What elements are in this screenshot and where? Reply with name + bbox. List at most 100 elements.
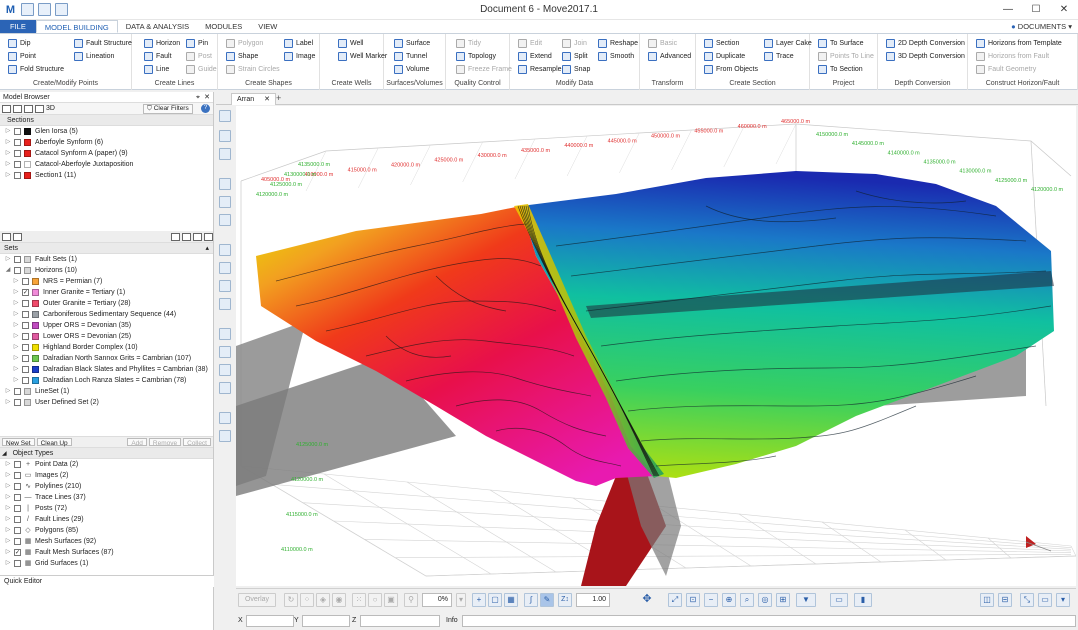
eye-tool-icon[interactable] — [219, 364, 231, 376]
section-checkbox[interactable] — [14, 172, 21, 179]
set-checkbox[interactable]: ✓ — [22, 289, 29, 296]
expand-icon[interactable]: ▷ — [12, 320, 20, 331]
ribbon-horizon-button[interactable]: Horizon — [144, 37, 180, 50]
remove-button[interactable]: Remove — [148, 438, 182, 447]
object-type-row[interactable]: ▷ ▦ Mesh Surfaces (92) — [0, 536, 213, 547]
expand-icon[interactable]: ▷ — [4, 459, 12, 470]
ribbon-layer-cake-button[interactable]: Layer Cake — [764, 37, 812, 50]
color-swatch[interactable] — [24, 150, 31, 157]
ribbon-dip-button[interactable]: Dip — [8, 37, 31, 50]
section-row[interactable]: ▷ Glen Iorsa (5) — [0, 126, 213, 137]
section-row[interactable]: ▷ Catacol Synform A (paper) (9) — [0, 148, 213, 159]
ribbon-well-button[interactable]: Well — [338, 37, 363, 50]
ribbon-horizons-from-template-button[interactable]: Horizons from Template — [976, 37, 1062, 50]
close-icon[interactable]: ✕ — [1050, 0, 1078, 20]
object-type-checkbox[interactable] — [14, 527, 21, 534]
ribbon-fault-geometry-button[interactable]: Fault Geometry — [976, 63, 1036, 76]
horizon-row[interactable]: ▷ Outer Granite = Tertiary (28) — [0, 298, 213, 309]
select-box-icon[interactable]: ▢ — [488, 593, 502, 607]
ribbon-extend-button[interactable]: Extend — [518, 50, 552, 63]
circle-icon[interactable]: ○ — [368, 593, 382, 607]
filter-b-icon[interactable] — [182, 232, 191, 241]
collapse-icon[interactable] — [13, 232, 22, 241]
ribbon-2d-depth-conversion-button[interactable]: 2D Depth Conversion — [886, 37, 965, 50]
expand-icon[interactable]: ▷ — [12, 364, 20, 375]
grid-dots-icon[interactable]: ⁙ — [352, 593, 366, 607]
expand-icon[interactable]: ▷ — [4, 254, 12, 265]
expand-icon[interactable]: ▷ — [12, 342, 20, 353]
transform-tool-icon[interactable] — [219, 280, 231, 292]
expand-icon[interactable]: ▷ — [4, 536, 12, 547]
horizon-row[interactable]: ▷ NRS = Permian (7) — [0, 276, 213, 287]
object-type-row[interactable]: ▷ ✓ ▦ Fault Mesh Surfaces (87) — [0, 547, 213, 558]
zoom-in-icon[interactable]: ⊕ — [722, 593, 736, 607]
set-checkbox[interactable] — [22, 377, 29, 384]
ribbon-strain-circles-button[interactable]: Strain Circles — [226, 63, 280, 76]
object-type-row[interactable]: ▷ — Trace Lines (37) — [0, 492, 213, 503]
color-swatch[interactable] — [32, 300, 39, 307]
expand-icon[interactable] — [2, 232, 11, 241]
object-type-checkbox[interactable] — [14, 505, 21, 512]
ribbon-advanced-button[interactable]: Advanced — [648, 50, 691, 63]
set-checkbox[interactable] — [22, 300, 29, 307]
set-checkbox[interactable] — [22, 322, 29, 329]
ribbon-trace-button[interactable]: Trace — [764, 50, 794, 63]
frame-icon[interactable]: ▣ — [384, 593, 398, 607]
expand-icon[interactable]: ▷ — [4, 148, 12, 159]
color-swatch[interactable] — [32, 333, 39, 340]
color-swatch[interactable] — [32, 366, 39, 373]
expand-icon[interactable]: ▷ — [4, 525, 12, 536]
ribbon-resample-button[interactable]: Resample — [518, 63, 562, 76]
ribbon-label-button[interactable]: Label — [284, 37, 313, 50]
ribbon-section-button[interactable]: Section — [704, 37, 739, 50]
arrow-tool-icon[interactable] — [219, 196, 231, 208]
ribbon-freeze-frame-button[interactable]: Freeze Frame — [456, 63, 512, 76]
collapse-sets-icon[interactable]: ▴ — [205, 243, 209, 254]
color-swatch[interactable] — [24, 172, 31, 179]
pin-icon[interactable]: ⌖ — [196, 92, 200, 103]
rotate-view-icon[interactable] — [219, 382, 231, 394]
ribbon-lineation-button[interactable]: Lineation — [74, 50, 114, 63]
ribbon-point-button[interactable]: Point — [8, 50, 36, 63]
3d-viewport[interactable]: 405000.0 m 410000.0 m 415000.0 m 420000.0 m… — [236, 106, 1076, 586]
ribbon-from-objects-button[interactable]: From Objects — [704, 63, 758, 76]
documents-menu[interactable]: ● DOCUMENTS ▾ — [1011, 20, 1078, 33]
add-button[interactable]: Add — [127, 438, 147, 447]
section-checkbox[interactable] — [14, 161, 21, 168]
ribbon-to-section-button[interactable]: To Section — [818, 63, 863, 76]
object-type-checkbox[interactable] — [14, 560, 21, 567]
curve-icon[interactable]: ∫ — [524, 593, 538, 607]
ribbon-post-button[interactable]: Post — [186, 50, 212, 63]
pen-icon[interactable]: ✎ — [540, 593, 554, 607]
ribbon-image-button[interactable]: Image — [284, 50, 315, 63]
z-scale-icon[interactable]: Z↕ — [558, 593, 572, 607]
well-view-icon[interactable]: ▮ — [854, 593, 872, 607]
tab-model-building[interactable]: MODEL BUILDING — [35, 20, 118, 33]
camera-icon[interactable]: ▼ — [796, 593, 816, 607]
ribbon-pin-button[interactable]: Pin — [186, 37, 208, 50]
set-row[interactable]: ◢ Horizons (10) — [0, 265, 213, 276]
horizon-row[interactable]: ▷ Upper ORS = Devonian (35) — [0, 320, 213, 331]
expand-icon[interactable]: ▷ — [12, 331, 20, 342]
grid-icon[interactable]: ▦ — [504, 593, 518, 607]
hand-tool-icon[interactable] — [219, 412, 231, 424]
object-type-checkbox[interactable]: ✓ — [14, 549, 21, 556]
color-swatch[interactable] — [32, 322, 39, 329]
collapse-panel-icon[interactable]: ▾ — [1056, 593, 1070, 607]
opacity-field[interactable]: 0% — [422, 593, 452, 607]
horizon-row[interactable]: ▷ Highland Border Complex (10) — [0, 342, 213, 353]
y-coordinate-field[interactable] — [302, 615, 350, 627]
tab-file[interactable]: FILE — [0, 20, 36, 33]
minimize-icon[interactable]: — — [994, 0, 1022, 20]
ribbon-horizons-from-fault-button[interactable]: Horizons from Fault — [976, 50, 1049, 63]
set-checkbox[interactable] — [22, 311, 29, 318]
object-type-checkbox[interactable] — [14, 538, 21, 545]
object-type-row[interactable]: ▷ | Posts (72) — [0, 503, 213, 514]
color-swatch[interactable] — [24, 128, 31, 135]
ribbon-3d-depth-conversion-button[interactable]: 3D Depth Conversion — [886, 50, 965, 63]
expand-icon[interactable]: ▷ — [12, 353, 20, 364]
set-row[interactable]: ▷ User Defined Set (2) — [0, 397, 213, 408]
section-checkbox[interactable] — [14, 128, 21, 135]
expand-icon[interactable]: ▷ — [4, 470, 12, 481]
section-row[interactable]: ▷ Section1 (11) — [0, 170, 213, 181]
